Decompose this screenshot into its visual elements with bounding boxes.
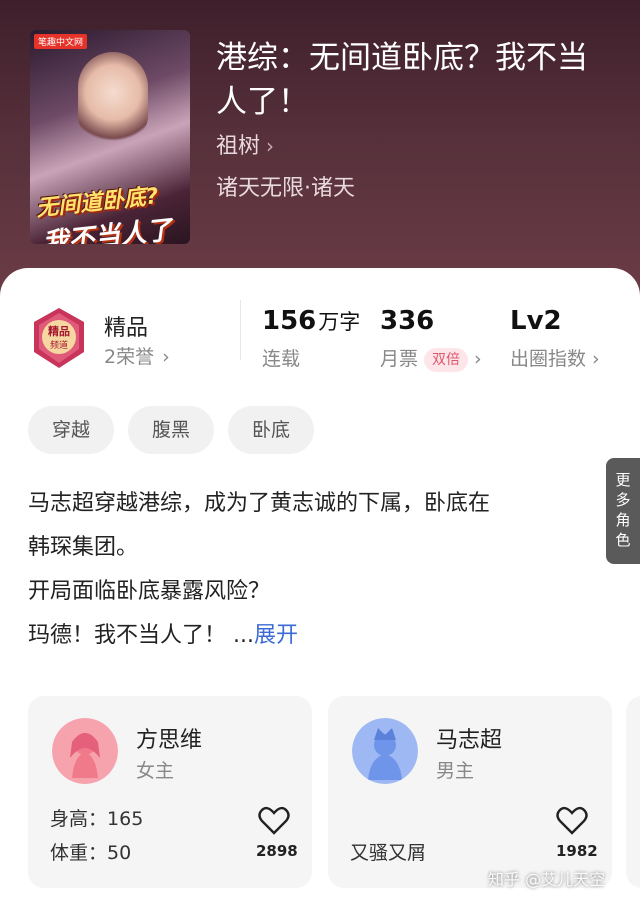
book-title: 港综：无间道卧底？我不当人了！ — [216, 40, 588, 120]
monthly-tickets-link[interactable]: 月票 双倍 › — [380, 344, 482, 372]
more-roles-button[interactable]: 更多角色 — [606, 458, 640, 564]
chevron-right-icon: › — [266, 134, 275, 158]
role-card[interactable]: 方思维 女主 身高：165 体重：50 2898 — [28, 696, 312, 888]
avatar — [352, 718, 418, 784]
height-label: 身高： — [50, 808, 108, 830]
avatar — [52, 718, 118, 784]
role-card[interactable]: 马志超 男主 又骚又屑 1982 — [328, 696, 612, 888]
height-value: 165 — [107, 808, 144, 830]
word-count-value: 156 — [262, 306, 317, 336]
likes-count: 2898 — [256, 842, 298, 860]
double-badge: 双倍 — [424, 347, 469, 372]
serial-status: 连载 — [262, 348, 301, 370]
description-line: 韩琛集团。 — [28, 535, 139, 560]
role-height: 身高：165 — [50, 804, 143, 831]
role-weight: 体重：50 — [50, 838, 131, 865]
book-header: 笔趣中文网 无间道卧底? 我不当人了 港综：无间道卧底？我不当人了！ 祖树 › 诸… — [0, 0, 640, 300]
role-card-peek[interactable] — [626, 696, 640, 888]
more-roles-label: 更多角色 — [615, 471, 631, 549]
role-type: 男主 — [436, 760, 475, 782]
cover-badge: 笔趣中文网 — [34, 34, 88, 49]
chevron-right-icon: › — [592, 348, 600, 370]
word-count-unit: 万字 — [318, 310, 361, 334]
cover-illustration — [78, 52, 148, 142]
book-info-panel: 精品 频道 精品 2荣誉 › 156万字 连载 336 月票 双倍 › Lv2 出圈指… — [0, 268, 640, 901]
svg-text:精品: 精品 — [48, 324, 70, 338]
word-count: 156万字 — [262, 306, 360, 336]
weight-value: 50 — [107, 842, 132, 864]
honors-link[interactable]: 2荣誉 › — [104, 342, 170, 369]
circle-index-label: 出圈指数 — [510, 348, 587, 370]
tag-chip[interactable]: 卧底 — [228, 406, 314, 454]
description-line: 开局面临卧底暴露风险？ — [28, 579, 271, 604]
role-trait: 又骚又屑 — [350, 842, 427, 864]
weight-label: 体重： — [50, 842, 108, 864]
chevron-right-icon: › — [474, 348, 482, 370]
quality-label: 精品 — [104, 316, 149, 341]
author-name: 祖树 — [216, 134, 261, 159]
tag-chip[interactable]: 穿越 — [28, 406, 114, 454]
expand-button[interactable]: 展开 — [254, 623, 298, 648]
book-description: 马志超穿越港综，成为了黄志诚的下属，卧底在 韩琛集团。 开局面临卧底暴露风险？ … — [28, 482, 618, 658]
heart-icon[interactable] — [556, 806, 588, 836]
role-type: 女主 — [136, 760, 175, 782]
tickets-label: 月票 — [380, 348, 419, 370]
heart-icon[interactable] — [258, 806, 290, 836]
book-cover[interactable]: 笔趣中文网 无间道卧底? 我不当人了 — [30, 30, 190, 244]
description-line: 玛德！我不当人了！ ...展开 — [28, 614, 618, 658]
honors-count: 2荣誉 — [104, 346, 155, 368]
likes-count: 1982 — [556, 842, 598, 860]
stats-divider — [240, 300, 241, 360]
author-link[interactable]: 祖树 › — [216, 128, 274, 160]
monthly-tickets-value: 336 — [380, 306, 435, 336]
tag-chip[interactable]: 腹黑 — [128, 406, 214, 454]
chevron-right-icon: › — [162, 346, 170, 368]
role-name: 方思维 — [136, 728, 203, 753]
svg-text:频道: 频道 — [50, 339, 68, 351]
circle-level-value: Lv2 — [510, 306, 562, 336]
description-line: 马志超穿越港综，成为了黄志诚的下属，卧底在 — [28, 491, 491, 516]
watermark: 知乎 @艾儿天空 — [488, 870, 606, 889]
role-name: 马志超 — [436, 728, 503, 753]
description-line-text: 玛德！我不当人了！ ... — [28, 623, 254, 648]
circle-index-link[interactable]: 出圈指数 › — [510, 344, 600, 371]
quality-medal-icon: 精品 频道 — [34, 308, 84, 368]
book-genre: 诸天无限·诸天 — [216, 176, 355, 201]
